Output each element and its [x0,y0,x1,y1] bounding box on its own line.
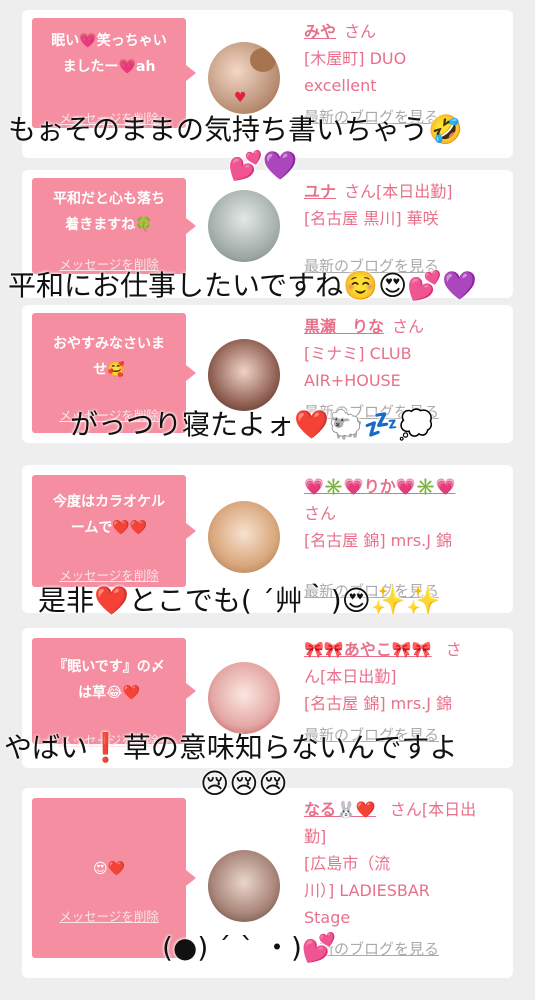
shop-info: [名古屋 錦] mrs.J 錦 [304,694,453,713]
message-line: せ🥰 [93,362,125,378]
shop-info: 川）] LADIESBAR [304,881,430,900]
message-line: ましたー💗ah [62,59,156,75]
shop-info: [広島市（流 [304,854,391,873]
shop-info: Stage [304,908,351,927]
shop-info: ん[本日出勤] [304,667,397,686]
shop-info: 勤] [304,827,327,846]
shop-info: [名古屋 錦] mrs.J 錦 [304,531,453,550]
message-bubble: 今度はカラオケル ームで❤️❤️ メッセージを削除 [32,475,196,587]
avatar[interactable]: ♥ [208,42,280,114]
message-line: は草😂❤️ [78,685,140,701]
avatar[interactable] [208,850,280,922]
shop-info: AIR+HOUSE [304,371,401,390]
profile-info: ユナ さん[本日出勤] [名古屋 黒川] 華咲 最新のブログを見る [304,178,504,280]
avatar[interactable] [208,190,280,262]
heart-sticker-icon: ♥ [234,90,247,106]
honorific: さん[本日出勤] [344,182,453,201]
shop-info: excellent [304,76,377,95]
honorific: さん[本日出 [389,800,477,819]
reply-overlay-text: 💕💜 [228,149,298,182]
reply-overlay-text: やばい❗️草の意味知らないんですよ [4,731,458,764]
delete-message-link[interactable]: メッセージを削除 [32,565,186,584]
girl-name-link[interactable]: ユナ [304,182,336,201]
shop-info: [木屋町] DUO [304,49,407,68]
girl-name-link[interactable]: 💗✳️💗りか💗✳️💗 [304,477,456,496]
avatar[interactable] [208,662,280,734]
message-text: 平和だと心も落ち 着きますね🍀 [40,186,178,238]
girl-name-link[interactable]: みや [304,22,336,41]
reply-overlay-text: (●) ´ ` ・)💕 [162,931,337,964]
message-text: 『眠いです』の〆 は草😂❤️ [40,654,178,706]
reply-overlay-text: がっつり寝たよォ❤️🐑💤💭 [70,408,434,441]
honorific: さん [304,504,337,523]
message-text: おやすみなさいま せ🥰 [40,331,178,383]
bear-sticker-icon [250,48,276,72]
message-line: 😍❤️ [92,861,126,877]
message-line: おやすみなさいま [53,336,165,352]
message-text: 眠い💗笑っちゃい ましたー💗ah [40,28,178,80]
message-line: 眠い💗笑っちゃい [51,33,167,49]
reply-overlay-text: もぉそのままの気持ち書いちゃう🤣 [8,113,463,146]
girl-name-link[interactable]: 黒瀬 りな [304,317,384,336]
message-line: 平和だと心も落ち [53,191,165,207]
shop-info: [名古屋 黒川] 華咲 [304,209,439,228]
honorific: さ [445,640,462,659]
message-line: 着きますね🍀 [65,217,153,233]
girl-name-link[interactable]: 🎀🎀あやこ🎀🎀 [304,640,432,659]
honorific: さん [392,317,425,336]
reply-overlay-text: 平和にお仕事したいですね☺️😍💕💜 [8,269,477,302]
reply-overlay-text: 😢😢😢 [200,767,288,800]
shop-info: [ミナミ] CLUB [304,344,412,363]
girl-name-link[interactable]: なる🐰❤️ [304,800,376,819]
message-line: 今度はカラオケル [53,494,165,510]
reply-overlay-text: 是非❤️とこでも( ´艸｀)😍✨✨ [38,584,441,617]
honorific: さん [344,22,377,41]
avatar[interactable] [208,339,280,411]
message-text: 😍❤️ [40,856,178,882]
message-bubble: 『眠いです』の〆 は草😂❤️ メッセージを削除 [32,638,196,748]
message-line: ームで❤️❤️ [70,520,148,536]
message-text: 今度はカラオケル ームで❤️❤️ [40,489,178,541]
message-line: 『眠いです』の〆 [53,659,165,675]
message-bubble: 平和だと心も落ち 着きますね🍀 メッセージを削除 [32,178,196,274]
delete-message-link[interactable]: メッセージを削除 [32,906,186,925]
avatar[interactable] [208,501,280,573]
